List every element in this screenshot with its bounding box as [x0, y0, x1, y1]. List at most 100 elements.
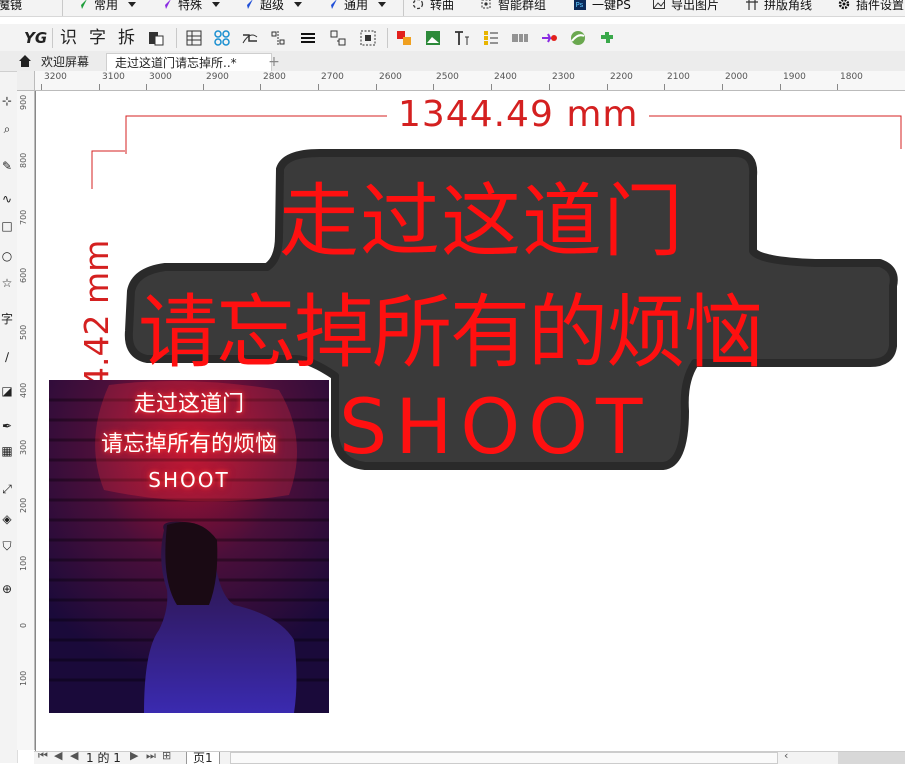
split-button[interactable]: 拆	[118, 28, 135, 48]
ruler-tick-label: 3200	[44, 72, 67, 82]
smart-group-button[interactable]: 智能群组	[480, 0, 546, 14]
text-frame-icon[interactable]	[453, 29, 471, 47]
ruler-tick-label: 2400	[494, 72, 517, 82]
ruler-tick-label: 2000	[725, 72, 748, 82]
image-frame-icon[interactable]	[424, 29, 442, 47]
vertical-ruler[interactable]: 900 800 700 600 500 400 300 200 100 0 100	[17, 90, 35, 750]
rectangle-tool-icon[interactable]: □	[0, 219, 14, 233]
ruler-tick-label: 500	[19, 324, 28, 340]
neon-line-2[interactable]: 请忘掉所有的烦恼	[138, 268, 764, 384]
neon-line-1[interactable]: 走过这道门	[279, 157, 684, 273]
barcode-icon[interactable]	[511, 29, 529, 47]
last-page-icon[interactable]: ⏭	[146, 752, 156, 763]
toolbar-divider	[403, 0, 404, 16]
toolbar-divider	[387, 28, 388, 48]
home-icon[interactable]	[18, 54, 32, 68]
ruler-tick	[780, 84, 781, 90]
tab-document[interactable]: 走过这道门请忘掉所..*	[106, 53, 272, 72]
add-page-icon[interactable]: ⊞	[162, 752, 171, 762]
plugin-toolbar: 魔镜 常用 特殊 超级 通用 转曲 智能群组 Ps 一键PS 导出图片 拼版角线 …	[0, 0, 905, 17]
crop-marks-icon	[746, 0, 758, 10]
common-menu[interactable]: 常用	[76, 0, 137, 14]
sphere-icon[interactable]	[569, 29, 587, 47]
ruler-tick	[376, 84, 377, 90]
add-tab-button[interactable]: +	[262, 53, 286, 71]
table-icon[interactable]	[185, 29, 203, 47]
distribute-icon[interactable]	[329, 29, 347, 47]
color-swatches-icon[interactable]	[395, 29, 413, 47]
ruler-origin[interactable]	[17, 71, 35, 91]
general-menu[interactable]: 通用	[326, 0, 387, 14]
tab-page-1[interactable]: 页1	[186, 752, 220, 764]
photo-text-line-2: 请忘掉所有的烦恼	[100, 432, 277, 457]
neon-line-3[interactable]: SHOOT	[339, 382, 650, 471]
ellipse-tool-icon[interactable]: ○	[0, 249, 14, 263]
first-page-icon[interactable]: ⏮	[38, 752, 48, 763]
super-menu[interactable]: 超级	[242, 0, 303, 14]
photo-text-line-3: SHOOT	[148, 468, 230, 492]
polygon-tool-icon[interactable]: ☆	[0, 276, 14, 290]
ruler-tick	[664, 84, 665, 90]
ruler-tick-label: 1800	[840, 72, 863, 82]
char-button[interactable]: 字	[89, 28, 106, 48]
scroll-thumb[interactable]	[838, 752, 905, 764]
ruler-tick	[146, 84, 147, 90]
recognize-button[interactable]: 识	[60, 28, 77, 48]
puzzle-icon[interactable]	[598, 29, 616, 47]
ruler-tick	[491, 84, 492, 90]
arrow-cursor-icon	[77, 0, 87, 9]
crop-marks-button[interactable]: 拼版角线	[746, 0, 812, 14]
lines-icon[interactable]	[299, 29, 317, 47]
prev-icon[interactable]: ◀	[70, 752, 78, 762]
outline-tool-icon[interactable]: ⛉	[0, 539, 14, 553]
fill-tool-icon[interactable]: ◈	[0, 512, 14, 526]
next-page-icon[interactable]: ▶	[130, 752, 138, 762]
pattern-icon[interactable]	[213, 29, 231, 47]
ruler-tick-label: 300	[19, 439, 28, 455]
ruler-tick-label: 700	[19, 209, 28, 225]
group-icon	[481, 0, 491, 9]
clipboard-icon[interactable]	[147, 29, 165, 47]
one-click-ps-button[interactable]: Ps 一键PS	[574, 0, 631, 14]
smart-group-label: 智能群组	[498, 0, 547, 12]
one-click-ps-label: 一键PS	[592, 0, 631, 12]
special-menu[interactable]: 特殊	[160, 0, 221, 14]
tab-welcome[interactable]: 欢迎屏幕	[37, 53, 93, 71]
toolbox: ↖ ⊹ ⌕ ✎ ∿ □ ○ ☆ 字 ∕ ◪ ✒ ▦ ⤢ ◈ ⛉ ⊕	[0, 24, 18, 763]
eyedropper-tool-icon[interactable]: ⤢	[0, 482, 14, 496]
horizontal-ruler[interactable]: 3200 3100 3000 2900 2800 2700 2600 2500 2400 2300…	[34, 71, 905, 91]
chevron-down-icon	[294, 2, 303, 7]
ruler-tick	[837, 84, 838, 90]
ruler-tick-label: 2200	[610, 72, 633, 82]
zoom-tool-icon[interactable]: ⌕	[0, 122, 14, 136]
ruler-tick-label: 3000	[149, 72, 172, 82]
line-tool-icon[interactable]: ∕	[0, 350, 14, 364]
effects-tool-icon[interactable]: ◪	[0, 384, 14, 398]
path-edit-icon[interactable]	[241, 29, 259, 47]
plugin-settings-button[interactable]: 插件设置	[838, 0, 904, 14]
export-image-label: 导出图片	[671, 0, 720, 12]
convert-curve-button[interactable]: 转曲	[412, 0, 454, 14]
prev-page-icon[interactable]: ◀	[54, 752, 62, 762]
ruler-tick	[607, 84, 608, 90]
curve-tool-icon[interactable]: ∿	[0, 192, 14, 206]
ruler-tick	[99, 84, 100, 90]
yg-button[interactable]: YG	[24, 28, 47, 48]
freehand-tool-icon[interactable]: ✎	[0, 159, 14, 173]
scroll-left-icon[interactable]: ‹	[784, 752, 788, 762]
svg-text:Ps: Ps	[576, 1, 584, 9]
transform-icon[interactable]	[540, 29, 558, 47]
add-tool-icon[interactable]: ⊕	[0, 582, 14, 596]
text-tool-icon[interactable]: 字	[0, 312, 14, 326]
pen-tool-icon[interactable]: ✒	[0, 419, 14, 433]
reference-photo[interactable]: 走过这道门 请忘掉所有的烦恼 SHOOT	[49, 380, 329, 713]
select-area-icon[interactable]	[359, 29, 377, 47]
node-tool-icon[interactable]: ⊹	[0, 94, 14, 108]
mirror-menu[interactable]: 魔镜	[0, 0, 22, 14]
export-image-button[interactable]: 导出图片	[653, 0, 719, 14]
horizontal-scrollbar[interactable]	[230, 752, 778, 764]
transparency-tool-icon[interactable]: ▦	[0, 444, 14, 458]
list-icon[interactable]	[482, 29, 500, 47]
align-nodes-icon[interactable]	[269, 29, 287, 47]
super-label: 超级	[260, 0, 285, 12]
